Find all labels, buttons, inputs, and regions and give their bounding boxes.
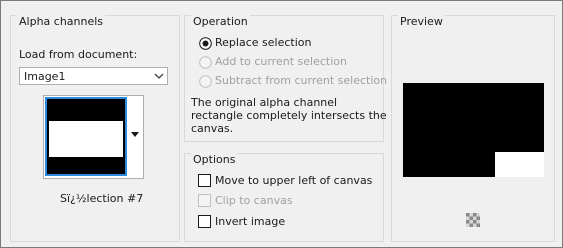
options-title: Options — [191, 153, 238, 166]
load-from-document-label: Load from document: — [19, 48, 138, 61]
thumbnail-dropdown-arrow-icon[interactable] — [131, 132, 139, 137]
operation-title: Operation — [191, 15, 250, 28]
transparency-checker-icon[interactable] — [466, 213, 480, 227]
operation-description-line1: The original alpha channel — [191, 96, 338, 109]
clip-to-canvas-label[interactable]: Clip to canvas — [215, 194, 293, 207]
document-select[interactable]: Image1 — [19, 67, 168, 85]
move-upper-left-label[interactable]: Move to upper left of canvas — [215, 174, 372, 187]
invert-image-label[interactable]: Invert image — [215, 215, 285, 228]
replace-selection-radio[interactable] — [199, 37, 212, 50]
add-selection-radio[interactable] — [199, 56, 212, 69]
preview-title: Preview — [398, 15, 445, 28]
alpha-channel-dialog: Alpha channels Load from document: Image… — [0, 0, 563, 248]
replace-selection-label[interactable]: Replace selection — [215, 36, 311, 49]
move-upper-left-checkbox[interactable] — [198, 174, 211, 187]
preview-image — [403, 83, 544, 177]
alpha-channels-title: Alpha channels — [17, 15, 106, 28]
subtract-selection-radio[interactable] — [199, 75, 212, 88]
operation-description-line2: rectangle completely intersects the — [191, 109, 387, 122]
channel-thumbnail-white-area — [49, 121, 123, 157]
chevron-down-icon — [154, 73, 164, 79]
invert-image-checkbox[interactable] — [198, 215, 211, 228]
add-selection-label[interactable]: Add to current selection — [215, 55, 347, 68]
clip-to-canvas-checkbox[interactable] — [198, 194, 211, 207]
preview-white-area — [495, 152, 544, 177]
operation-description-line3: canvas. — [191, 122, 234, 135]
subtract-selection-label[interactable]: Subtract from current selection — [215, 74, 387, 87]
channel-thumbnail[interactable] — [45, 97, 127, 176]
selection-name-label: Sï¿½lection #7 — [60, 192, 144, 205]
document-select-value: Image1 — [24, 70, 66, 83]
